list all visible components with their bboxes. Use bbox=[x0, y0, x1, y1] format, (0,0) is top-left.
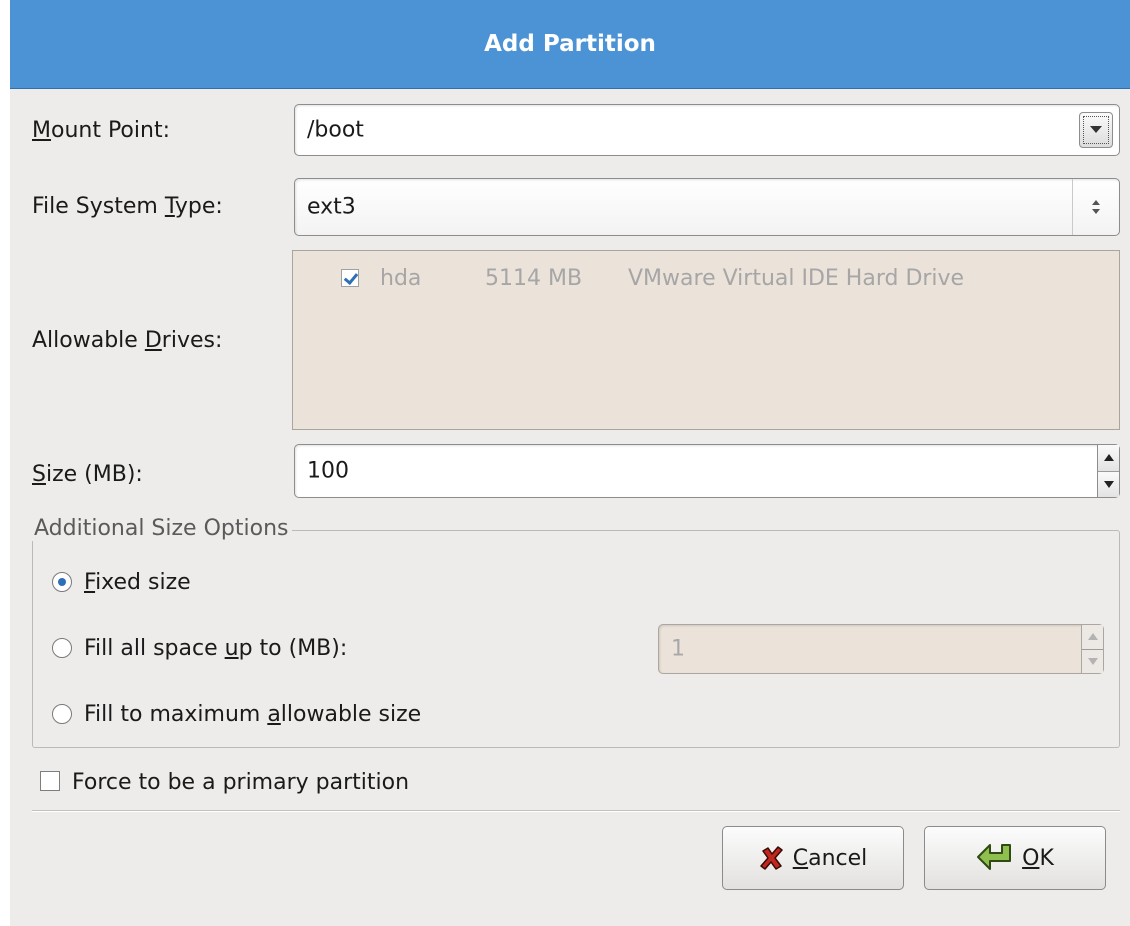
spin-down-button[interactable] bbox=[1082, 648, 1103, 673]
radio-fill-upto[interactable]: Fill all space up to (MB): bbox=[52, 636, 347, 661]
drive-model: VMware Virtual IDE Hard Drive bbox=[628, 266, 965, 291]
spin-up-button[interactable] bbox=[1098, 445, 1119, 471]
size-input[interactable]: 100 bbox=[307, 459, 349, 484]
dialog-title: Add Partition bbox=[484, 31, 656, 57]
allowable-drives-list[interactable]: hda 5114 MB VMware Virtual IDE Hard Driv… bbox=[292, 250, 1120, 430]
ok-label: OK bbox=[1022, 845, 1054, 871]
mount-point-combo[interactable]: /boot bbox=[294, 104, 1120, 156]
size-spin-buttons bbox=[1097, 445, 1119, 497]
force-primary-option[interactable]: Force to be a primary partition bbox=[40, 770, 409, 795]
spin-down-button[interactable] bbox=[1098, 470, 1119, 497]
ok-button[interactable]: OK bbox=[924, 826, 1106, 890]
cancel-label: Cancel bbox=[792, 845, 868, 871]
select-arrows-icon bbox=[1072, 179, 1119, 235]
drive-name: hda bbox=[380, 266, 422, 291]
radio-button[interactable] bbox=[52, 638, 72, 658]
x-cancel-icon bbox=[759, 846, 783, 870]
radio-button[interactable] bbox=[52, 704, 72, 724]
arrow-up-icon bbox=[1103, 454, 1114, 462]
mount-point-input[interactable]: /boot bbox=[307, 118, 364, 143]
fill-upto-input[interactable]: 1 bbox=[671, 637, 685, 662]
arrow-up-icon bbox=[1087, 633, 1098, 641]
allowable-drives-label: Allowable Drives: bbox=[32, 328, 223, 353]
arrow-down-icon bbox=[1103, 480, 1114, 488]
force-primary-checkbox[interactable] bbox=[40, 771, 60, 791]
fill-upto-spinbox[interactable]: 1 bbox=[658, 624, 1104, 674]
spin-up-button[interactable] bbox=[1082, 625, 1103, 649]
fs-type-select[interactable]: ext3 bbox=[294, 178, 1120, 236]
cancel-button[interactable]: Cancel bbox=[722, 826, 904, 890]
add-partition-dialog: Add Partition Mount Point: /boot File Sy… bbox=[10, 0, 1130, 926]
radio-fill-max[interactable]: Fill to maximum allowable size bbox=[52, 702, 421, 727]
fill-upto-spin-buttons bbox=[1081, 625, 1103, 673]
radio-fixed-size[interactable]: Fixed size bbox=[52, 570, 191, 595]
ok-arrow-icon bbox=[977, 844, 1012, 870]
separator bbox=[32, 810, 1120, 812]
fs-type-value: ext3 bbox=[307, 194, 356, 220]
drive-checkbox[interactable] bbox=[341, 269, 359, 287]
size-options-legend: Additional Size Options bbox=[32, 516, 293, 541]
size-label: Size (MB): bbox=[32, 462, 143, 487]
radio-button[interactable] bbox=[52, 572, 72, 592]
drive-size: 5114 MB bbox=[485, 266, 583, 291]
fs-type-label: File System Type: bbox=[32, 194, 223, 219]
chevron-down-icon bbox=[1090, 126, 1102, 133]
force-primary-label: Force to be a primary partition bbox=[72, 770, 410, 795]
mount-point-dropdown-button[interactable] bbox=[1079, 112, 1113, 148]
drive-row-hda[interactable]: hda 5114 MB VMware Virtual IDE Hard Driv… bbox=[341, 266, 964, 291]
mount-point-label: Mount Point: bbox=[32, 118, 170, 143]
dialog-title-bar: Add Partition bbox=[10, 0, 1130, 89]
arrow-down-icon bbox=[1087, 657, 1098, 665]
size-spinbox[interactable]: 100 bbox=[294, 444, 1120, 498]
